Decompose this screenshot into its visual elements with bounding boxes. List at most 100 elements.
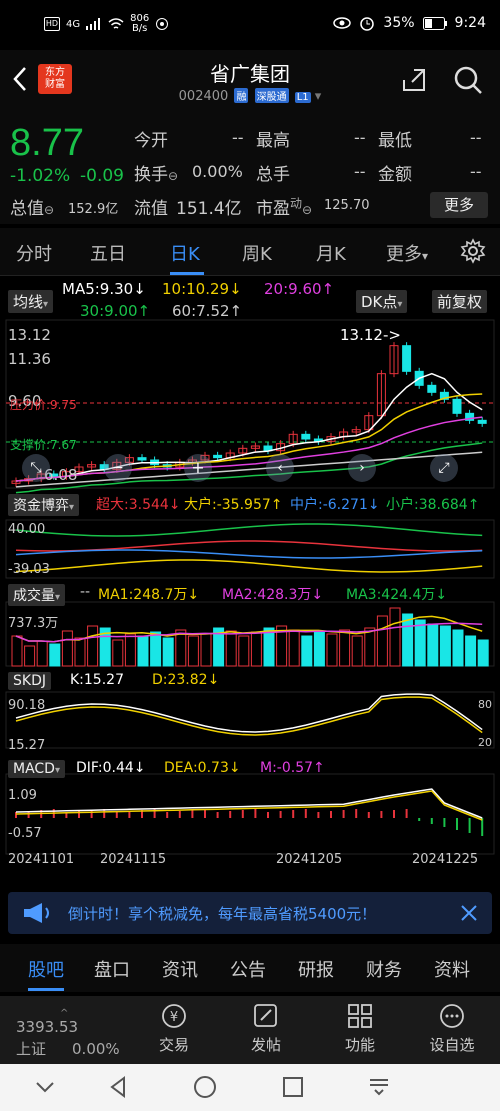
macd-bar [405, 809, 408, 818]
back-triangle-icon[interactable] [106, 1074, 132, 1100]
ma20-label: 20:9.60↑ [264, 280, 335, 298]
macd-bar [178, 811, 181, 818]
more-button[interactable]: 更多 [430, 192, 488, 218]
vol-ma1-label: MA1:248.7万↓ [98, 587, 200, 603]
macd-bar [241, 810, 244, 818]
keyboard-hide-icon[interactable] [366, 1074, 392, 1100]
fund-selector[interactable]: 资金博弈▾ [8, 494, 80, 516]
volume-bar [187, 635, 199, 667]
plus-icon[interactable]: + [184, 454, 212, 482]
search-icon[interactable] [452, 64, 484, 96]
more-dots-icon [440, 1004, 464, 1028]
volume-selector[interactable]: 成交量▾ [8, 584, 66, 606]
dk-point-selector[interactable]: DK点▾ [356, 290, 408, 313]
post-button[interactable]: 发帖 [236, 1002, 296, 1055]
fund-frame [5, 519, 495, 579]
macd-bar [267, 812, 269, 818]
volume-bar [124, 633, 136, 667]
trade-button[interactable]: ¥ 交易 [144, 1002, 204, 1055]
share-icon[interactable] [400, 66, 428, 94]
high-value: -- [354, 128, 366, 147]
skdj-axis-80: 80 [478, 698, 492, 711]
tab-news[interactable]: 资讯 [162, 956, 198, 982]
period-tabs: 分时 五日 日K 周K 月K 更多▾ [0, 228, 500, 276]
network-label: 4G [66, 18, 81, 30]
chevron-down-icon[interactable]: ▾ [315, 89, 322, 104]
scroll-right-icon[interactable]: › [348, 454, 376, 482]
watchlist-button[interactable]: 设自选 [422, 1002, 482, 1055]
volume-bar [376, 615, 388, 667]
hd-icon: HD [44, 17, 60, 31]
volume-value: -- [354, 162, 366, 181]
macd-bar [317, 812, 320, 818]
tab-research[interactable]: 研报 [298, 956, 334, 982]
wifi-icon [108, 18, 124, 29]
tab-finance[interactable]: 财务 [366, 956, 402, 982]
volume-bar [452, 629, 464, 667]
stock-code: 002400 [178, 89, 229, 104]
chevron-down-icon[interactable] [32, 1074, 58, 1100]
fund-super-label: 超大:3.544↓ [96, 497, 181, 513]
zoom-out-icon[interactable]: ⤡ [22, 454, 50, 482]
close-icon[interactable] [460, 904, 478, 922]
adjust-selector[interactable]: 前复权 [432, 290, 488, 313]
tab-weekly-k[interactable]: 周K [242, 240, 272, 266]
tab-order-book[interactable]: 盘口 [94, 956, 130, 982]
tab-guba[interactable]: 股吧 [28, 956, 64, 982]
tab-daily-k[interactable]: 日K [170, 240, 200, 266]
trade-icon: ¥ [162, 1004, 186, 1028]
macd-bar [456, 818, 458, 830]
volume-bar [150, 631, 162, 667]
scroll-left-icon[interactable]: ‹ [266, 454, 294, 482]
macd-bar [254, 809, 257, 818]
connect-tag: 深股通 [254, 88, 289, 103]
tab-more[interactable]: 更多▾ [386, 240, 428, 266]
tab-profile[interactable]: 资料 [434, 956, 470, 982]
volume-bar [137, 635, 149, 667]
tab-monthly-k[interactable]: 月K [316, 240, 346, 266]
amount-value: -- [470, 162, 482, 181]
grid-icon [348, 1004, 372, 1028]
level-tag: L1 [294, 92, 311, 103]
promo-banner[interactable]: 倒计时！享个税减免，每年最高省税5400元！ [8, 892, 492, 934]
macd-bar [166, 812, 169, 818]
volume-bar [301, 635, 313, 667]
clock: 9:24 [454, 15, 486, 31]
quote-panel: 8.77 -1.02% -0.09 今开 -- 最高 -- 最低 -- 换手⊖ … [0, 114, 500, 224]
pressure-price-label: 压力价:9.75 [10, 398, 77, 412]
index-pct: 0.00% [72, 1040, 120, 1058]
ma10-line [15, 393, 483, 482]
volume-bar [263, 627, 275, 667]
volume-bar [225, 630, 237, 667]
minus-icon[interactable]: − [104, 454, 132, 482]
low-value: -- [470, 128, 482, 147]
tab-announcements[interactable]: 公告 [230, 956, 266, 982]
y-axis-second: 11.36 [8, 350, 51, 368]
skdj-axis-top: 90.18 [8, 698, 46, 713]
volume-bar [339, 629, 351, 667]
candles [11, 342, 487, 487]
fund-axis-top: 40.00 [8, 522, 46, 537]
gear-icon[interactable] [460, 238, 486, 264]
mktcap-label: 总值⊖ [10, 199, 55, 219]
fullscreen-icon[interactable]: ⤢ [430, 454, 458, 482]
candle-body [137, 457, 147, 461]
candle-body [452, 398, 462, 414]
macd-selector[interactable]: MACD▾ [8, 760, 65, 778]
ma-selector[interactable]: 均线▾ [8, 290, 54, 313]
index-ticker[interactable]: ^ 3393.53 上证 0.00% [16, 1009, 120, 1059]
macd-bar [468, 818, 471, 833]
mktcap-value: 152.9亿 [68, 202, 119, 217]
turnover-value: 0.00% [192, 162, 243, 181]
recents-icon[interactable] [280, 1074, 306, 1100]
macd-bar [380, 811, 383, 818]
volume-bar [477, 639, 489, 667]
functions-button[interactable]: 功能 [330, 1002, 390, 1055]
skdj-selector[interactable]: SKDJ [8, 672, 51, 690]
amount-label: 金额 [378, 165, 412, 185]
open-label: 今开 [134, 131, 168, 151]
change-amount: -0.09 [80, 166, 124, 186]
home-icon[interactable] [192, 1074, 218, 1100]
tab-five-day[interactable]: 五日 [90, 240, 126, 266]
tab-intraday[interactable]: 分时 [16, 240, 52, 266]
